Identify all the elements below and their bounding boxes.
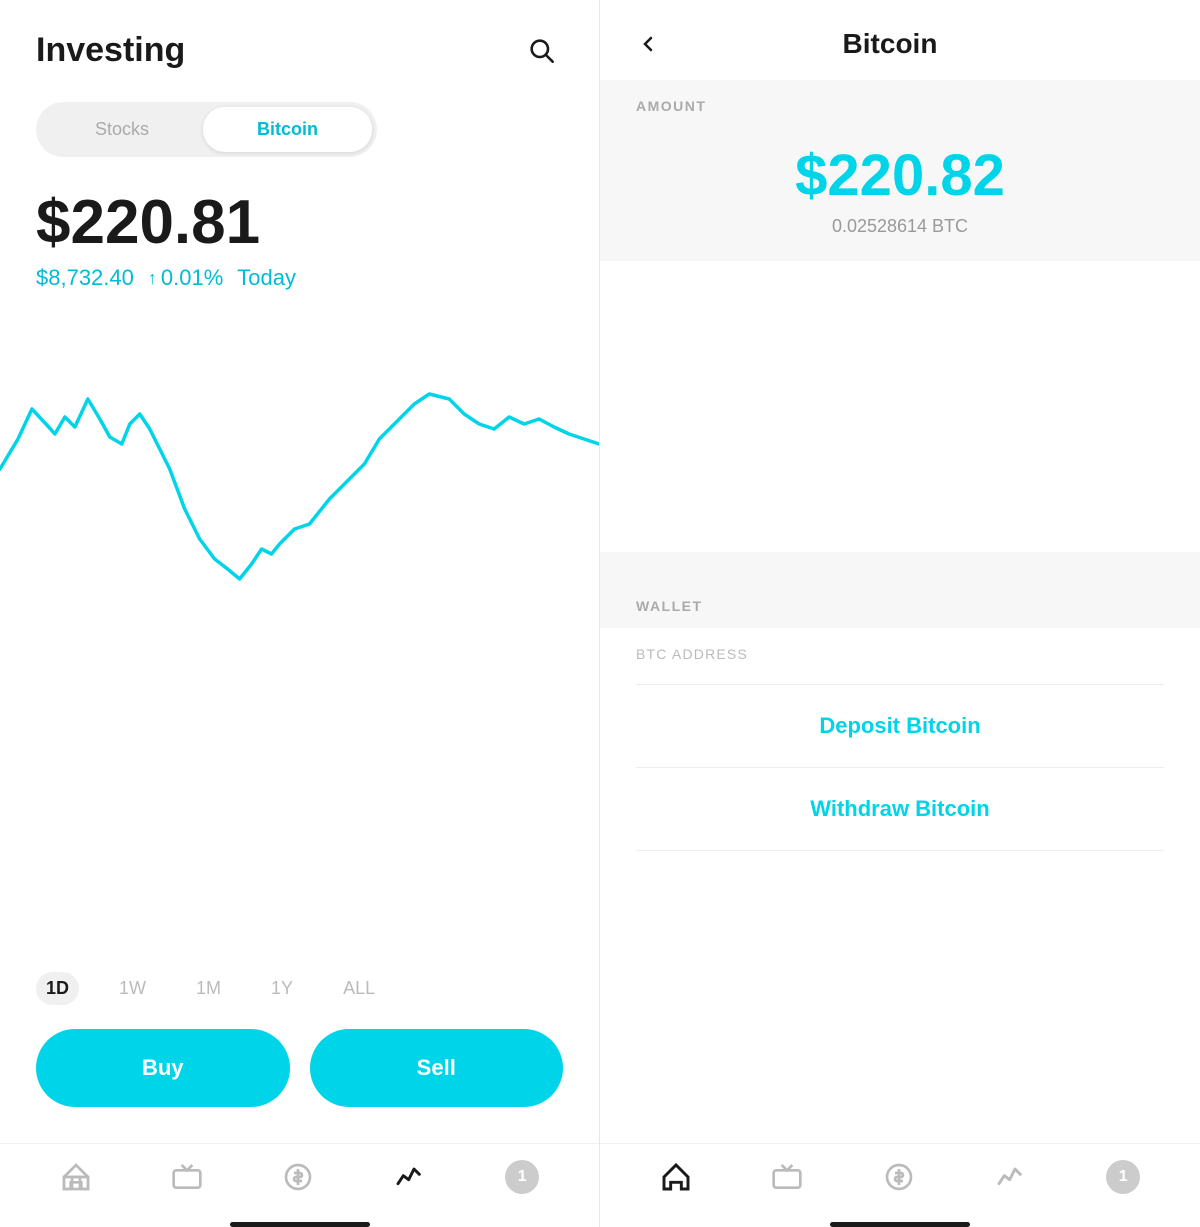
tv-icon [171,1161,203,1193]
notification-badge: 1 [505,1160,539,1194]
right-dollar-icon [883,1161,915,1193]
time-1m[interactable]: 1M [186,972,231,1005]
change-percent: 0.01% [161,265,223,291]
right-notification-badge: 1 [1106,1160,1140,1194]
right-panel: Bitcoin AMOUNT $220.82 0.02528614 BTC WA… [600,0,1200,1227]
btc-address-row: BTC ADDRESS [600,628,1200,684]
deposit-bitcoin-button[interactable]: Deposit Bitcoin [819,713,980,739]
amount-btc: 0.02528614 BTC [832,216,968,237]
home-icon [60,1161,92,1193]
deposit-action: Deposit Bitcoin [600,685,1200,767]
right-nav-cash[interactable] [883,1161,915,1193]
buy-button[interactable]: Buy [36,1029,290,1107]
amount-label: AMOUNT [600,80,1200,128]
price-chart [0,309,599,629]
btc-market-price: $8,732.40 [36,265,134,291]
nav-cash[interactable] [282,1161,314,1193]
tab-bitcoin[interactable]: Bitcoin [203,107,372,152]
withdraw-action: Withdraw Bitcoin [600,768,1200,850]
today-label: Today [237,265,296,291]
tab-stocks[interactable]: Stocks [41,107,203,152]
amount-section: AMOUNT $220.82 0.02528614 BTC [600,80,1200,261]
right-tv-icon [771,1161,803,1193]
withdraw-bitcoin-button[interactable]: Withdraw Bitcoin [810,796,989,822]
time-1d[interactable]: 1D [36,972,79,1005]
right-nav-home[interactable] [660,1161,692,1193]
price-section: $220.81 $8,732.40 ↑ 0.01% Today [0,179,599,299]
time-1y[interactable]: 1Y [261,972,303,1005]
search-button[interactable] [519,28,563,72]
right-bottom-bar [830,1222,970,1227]
nav-home[interactable] [60,1161,92,1193]
sell-button[interactable]: Sell [310,1029,564,1107]
up-arrow-icon: ↑ [148,268,157,289]
time-range-selector: 1D 1W 1M 1Y ALL [0,954,599,1029]
right-home-icon [660,1161,692,1193]
back-button[interactable] [636,32,660,56]
right-chart-icon [995,1161,1027,1193]
right-nav-investing[interactable] [995,1161,1027,1193]
investing-title: Investing [36,31,185,70]
nav-notifications[interactable]: 1 [505,1160,539,1194]
left-bottom-nav: 1 [0,1143,599,1214]
nav-investing[interactable] [394,1161,426,1193]
time-1w[interactable]: 1W [109,972,156,1005]
wallet-label: WALLET [600,576,1200,628]
change-wrap: ↑ 0.01% [148,265,223,291]
amount-usd: $220.82 [795,144,1005,208]
main-price: $220.81 [36,189,563,257]
back-icon [636,32,660,56]
wallet-section: WALLET [600,552,1200,628]
action-buttons: Buy Sell [0,1029,599,1143]
right-nav-media[interactable] [771,1161,803,1193]
dollar-icon [282,1161,314,1193]
amount-display: $220.82 0.02528614 BTC [600,128,1200,237]
chart-area [0,299,599,954]
time-all[interactable]: ALL [333,972,385,1005]
search-icon [527,36,555,64]
left-bottom-bar [230,1222,370,1227]
right-nav-notifications[interactable]: 1 [1106,1160,1140,1194]
tab-switcher: Stocks Bitcoin [36,102,377,157]
right-bottom-nav: 1 [600,1143,1200,1214]
left-header: Investing [0,0,599,92]
right-header: Bitcoin [600,0,1200,80]
btc-address-label: BTC ADDRESS [636,646,1164,662]
price-meta: $8,732.40 ↑ 0.01% Today [36,265,563,291]
chart-line-icon [394,1161,426,1193]
bitcoin-title: Bitcoin [680,28,1100,60]
nav-media[interactable] [171,1161,203,1193]
left-panel: Investing Stocks Bitcoin $220.81 $8,732.… [0,0,600,1227]
